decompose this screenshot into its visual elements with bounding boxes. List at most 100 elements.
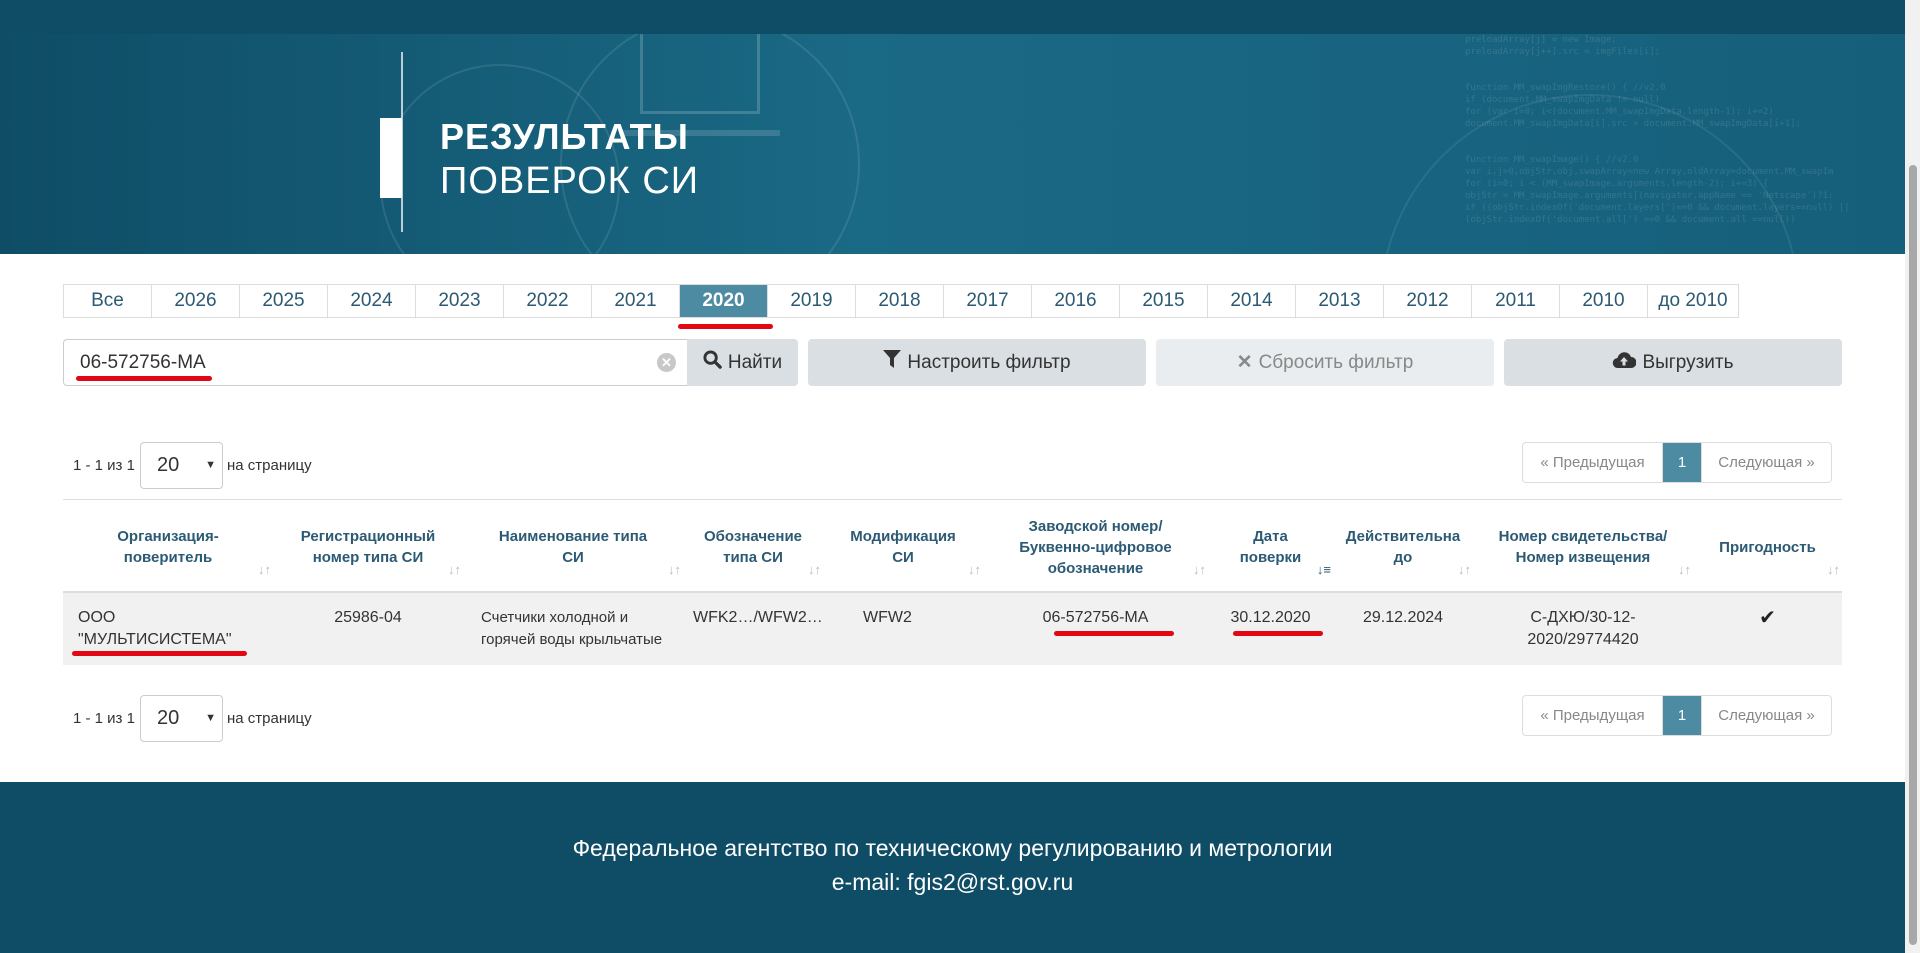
column-header[interactable]: Регистрационный номер типа СИ ↓↑ xyxy=(273,500,463,594)
hero-banner: preloadArray[j] = new Image; preloadArra… xyxy=(0,34,1905,254)
highlight-underline xyxy=(72,651,247,656)
pagination-bottom: 1 - 1 из 1 20 ▼ на страницу « Предыдущая… xyxy=(63,695,1842,743)
footer-email[interactable]: e-mail: fgis2@rst.gov.ru xyxy=(0,869,1905,896)
clear-input-icon[interactable]: ✕ xyxy=(657,353,676,372)
tab-year-before-2010[interactable]: до 2010 xyxy=(1648,285,1738,317)
next-page-button[interactable]: Следующая » xyxy=(1701,443,1831,482)
per-page-label: на страницу xyxy=(227,457,312,474)
chevron-down-icon: ▼ xyxy=(205,459,216,471)
highlight-underline xyxy=(678,324,773,329)
page-1-button[interactable]: 1 xyxy=(1663,443,1701,482)
sort-icon[interactable]: ↓↑ xyxy=(448,559,461,580)
cell-date: 30.12.2020 xyxy=(1230,609,1311,626)
prev-label: Предыдущая xyxy=(1552,454,1645,471)
find-button[interactable]: Найти xyxy=(687,339,798,386)
tab-year-2015[interactable]: 2015 xyxy=(1120,285,1208,317)
highlight-underline xyxy=(1233,631,1323,636)
cell-org: ООО "МУЛЬТИСИСТЕМА" xyxy=(78,609,232,648)
column-header-label: Модификация СИ xyxy=(850,528,956,566)
double-chevron-left-icon: « xyxy=(1540,707,1553,724)
tab-year-2022[interactable]: 2022 xyxy=(504,285,592,317)
table-row[interactable]: ООО "МУЛЬТИСИСТЕМА" 25986-04 Счетчики холо… xyxy=(63,593,1842,665)
tab-year-2012[interactable]: 2012 xyxy=(1384,285,1472,317)
prev-page-button[interactable]: « Предыдущая xyxy=(1523,696,1663,735)
tab-year-2016[interactable]: 2016 xyxy=(1032,285,1120,317)
page-title: РЕЗУЛЬТАТЫ xyxy=(440,116,689,157)
column-header-label: Пригодность xyxy=(1719,538,1816,556)
cell-modification: WFW2 xyxy=(863,609,912,626)
page-size-value: 20 xyxy=(157,707,180,729)
column-header[interactable]: Дата поверки ↓≡ xyxy=(1208,500,1333,594)
sort-icon[interactable]: ↓↑ xyxy=(1678,559,1691,580)
column-header-label: Регистрационный номер типа СИ xyxy=(300,528,436,566)
year-tabs: Все 2026 2025 2024 2023 2022 2021 2020 2019 2018 2… xyxy=(63,284,1739,318)
page-size-select[interactable]: 20 ▼ xyxy=(140,695,223,742)
column-header-label: Организация- поверитель xyxy=(117,528,219,566)
column-header-label: Заводской номер/ Буквенно-цифровое обозн… xyxy=(1019,517,1172,577)
column-header[interactable]: Модификация СИ ↓↑ xyxy=(823,500,983,594)
scrollbar-thumb[interactable] xyxy=(1909,165,1917,945)
sort-icon[interactable]: ↓↑ xyxy=(668,559,681,580)
tab-year-2011[interactable]: 2011 xyxy=(1472,285,1560,317)
tab-year-2020[interactable]: 2020 xyxy=(680,285,768,317)
sort-icon[interactable]: ↓↑ xyxy=(808,559,821,580)
scrollbar[interactable] xyxy=(1905,0,1920,953)
top-bar xyxy=(0,0,1905,34)
page-1-button[interactable]: 1 xyxy=(1663,696,1701,735)
column-header-label: Обозначение типа СИ xyxy=(703,528,803,566)
check-icon: ✔ xyxy=(1759,607,1776,629)
export-button[interactable]: Выгрузить xyxy=(1504,339,1842,386)
tab-year-2023[interactable]: 2023 xyxy=(416,285,504,317)
column-header[interactable]: Организация- поверитель ↓↑ xyxy=(63,500,273,594)
reset-filter-button[interactable]: ✕ Сбросить фильтр xyxy=(1156,339,1494,386)
column-header[interactable]: Номер свидетельства/ Номер извещения ↓↑ xyxy=(1473,500,1693,594)
column-header-label: Действительна до xyxy=(1345,528,1461,566)
column-header[interactable]: Действительна до ↓↑ xyxy=(1333,500,1473,594)
prev-page-button[interactable]: « Предыдущая xyxy=(1523,443,1663,482)
filter-icon xyxy=(883,350,902,375)
column-header[interactable]: Заводской номер/ Буквенно-цифровое обозн… xyxy=(983,500,1208,594)
tab-year-2018[interactable]: 2018 xyxy=(856,285,944,317)
tab-year-2019[interactable]: 2019 xyxy=(768,285,856,317)
decor-monitor xyxy=(640,34,760,114)
per-page-label: на страницу xyxy=(227,710,312,727)
tab-year-all[interactable]: Все xyxy=(64,285,152,317)
next-page-button[interactable]: Следующая » xyxy=(1701,696,1831,735)
tab-year-2010[interactable]: 2010 xyxy=(1560,285,1648,317)
pager: « Предыдущая 1 Следующая » xyxy=(1522,442,1832,483)
prev-label: Предыдущая xyxy=(1552,707,1645,724)
filter-button-label: Настроить фильтр xyxy=(907,351,1071,373)
pagination-top: 1 - 1 из 1 20 ▼ на страницу « Предыдущая… xyxy=(63,442,1842,490)
decor-code-pattern: preloadArray[j] = new Image; preloadArra… xyxy=(1465,35,1850,225)
double-chevron-right-icon: » xyxy=(1802,707,1815,724)
find-button-label: Найти xyxy=(727,351,783,373)
sort-icon[interactable]: ↓↑ xyxy=(968,559,981,580)
column-header-label: Наименование типа СИ xyxy=(498,528,648,566)
column-header[interactable]: Обозначение типа СИ ↓↑ xyxy=(683,500,823,594)
tab-year-2026[interactable]: 2026 xyxy=(152,285,240,317)
column-header-label: Номер свидетельства/ Номер извещения xyxy=(1498,528,1668,566)
tab-year-2024[interactable]: 2024 xyxy=(328,285,416,317)
reset-filter-button-label: Сбросить фильтр xyxy=(1258,351,1414,373)
filter-button[interactable]: Настроить фильтр xyxy=(808,339,1146,386)
tab-year-2021[interactable]: 2021 xyxy=(592,285,680,317)
sort-icon[interactable]: ↓↑ xyxy=(258,559,271,580)
column-header-label: Дата поверки xyxy=(1239,528,1302,566)
tab-year-2025[interactable]: 2025 xyxy=(240,285,328,317)
table-header: Организация- поверитель ↓↑ Регистрационный… xyxy=(63,499,1842,593)
column-header[interactable]: Наименование типа СИ ↓↑ xyxy=(463,500,683,594)
pager: « Предыдущая 1 Следующая » xyxy=(1522,695,1832,736)
result-count: 1 - 1 из 1 xyxy=(73,710,135,727)
sort-desc-icon[interactable]: ↓≡ xyxy=(1317,559,1331,580)
sort-icon[interactable]: ↓↑ xyxy=(1458,559,1471,580)
tab-year-2017[interactable]: 2017 xyxy=(944,285,1032,317)
tab-year-2014[interactable]: 2014 xyxy=(1208,285,1296,317)
sort-icon[interactable]: ↓↑ xyxy=(1827,559,1840,580)
sort-icon[interactable]: ↓↑ xyxy=(1193,559,1206,580)
result-count: 1 - 1 из 1 xyxy=(73,457,135,474)
next-label: Следующая xyxy=(1718,707,1803,724)
page-size-select[interactable]: 20 ▼ xyxy=(140,442,223,489)
column-header[interactable]: Пригодность ↓↑ xyxy=(1693,500,1842,594)
tab-year-2013[interactable]: 2013 xyxy=(1296,285,1384,317)
cell-reg-number: 25986-04 xyxy=(334,609,402,626)
